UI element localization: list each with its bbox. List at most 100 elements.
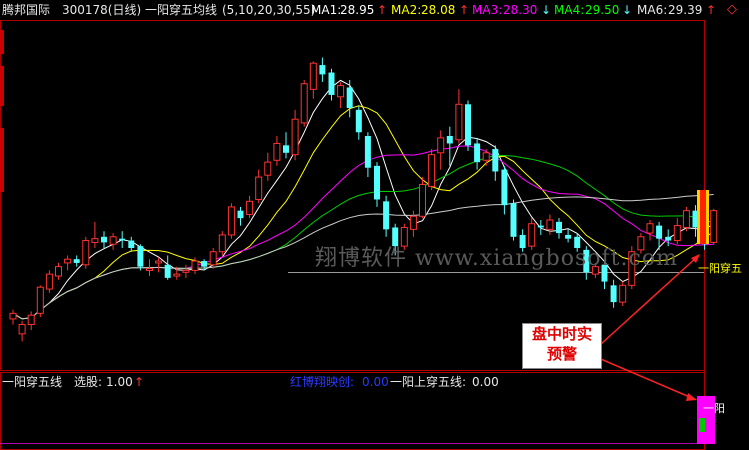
candle-up	[109, 236, 117, 245]
ma3-value: 28.30	[503, 3, 538, 17]
candle-down	[355, 109, 362, 133]
stock-code: 300178(日线)	[62, 3, 142, 17]
signal-bar-inner	[700, 190, 706, 244]
main-header: 腾邦国际 300178(日线) 一阳穿五均线 (5,10,20,30,55) M…	[0, 0, 749, 20]
ma3-label: MA3:	[472, 3, 503, 17]
ma1-value: 28.95	[340, 3, 375, 17]
cross-label: 一阳上穿五线:	[390, 375, 467, 389]
indicator-name: 一阳穿五均线	[145, 3, 218, 17]
candle-up	[273, 142, 281, 161]
candle-up	[36, 286, 44, 314]
ma6-value: 29.39	[668, 3, 703, 17]
candle-up	[546, 219, 554, 230]
candle-down	[346, 87, 353, 108]
select-value: 1.00	[106, 375, 133, 389]
red-value: 0.00	[362, 375, 389, 389]
ma4-label: MA4:	[554, 3, 585, 17]
candle-up	[646, 223, 654, 234]
candle-down	[164, 264, 171, 278]
candle-down	[492, 149, 499, 172]
select-arrow-icon: ↑	[134, 375, 145, 389]
ma2-arrow-icon: ↑	[459, 3, 470, 17]
callout-line2: 预警	[546, 345, 577, 363]
candle-down	[610, 285, 617, 303]
candle-up	[255, 176, 263, 200]
ma1-label: MA1:	[311, 3, 342, 17]
ma4-arrow-icon: ↓	[622, 3, 633, 17]
sub-signal-text: 一阳	[703, 402, 725, 415]
side-tab-2[interactable]	[0, 66, 4, 106]
candle-up	[710, 210, 718, 243]
candle-up	[246, 200, 254, 215]
side-tab-3[interactable]	[0, 128, 4, 192]
candle-up	[455, 103, 463, 141]
candle-up	[682, 210, 690, 228]
candle-up	[55, 266, 62, 277]
cross-value: 0.00	[472, 375, 499, 389]
candle-down	[128, 240, 135, 248]
ma2-label: MA2:	[391, 3, 422, 17]
sub-signal-green	[699, 418, 705, 432]
candle-down	[565, 234, 572, 239]
candle-down	[510, 203, 517, 237]
candle-up	[191, 260, 199, 271]
stock-name: 腾邦国际	[2, 3, 51, 17]
indicator-params: (5,10,20,30,55)	[222, 3, 316, 17]
candle-up	[18, 324, 26, 335]
candle-down	[201, 261, 208, 267]
candle-up	[218, 234, 226, 253]
ma1-arrow-icon: ↑	[377, 3, 388, 17]
candle-down	[374, 165, 380, 200]
candle-up	[173, 273, 181, 277]
side-tab-1[interactable]	[0, 30, 4, 54]
candle-up	[419, 184, 426, 217]
candle-up	[409, 215, 417, 230]
select-label: 选股:	[74, 375, 103, 389]
sub-indicator-name: 一阳穿五线	[2, 375, 63, 389]
sub-header: 一阳穿五线 选股: 1.00 ↑ 红博翔映创: 0.00 一阳上穿五线: 0.0…	[0, 372, 749, 392]
candle-up	[428, 154, 436, 187]
realtime-alert-callout: 盘中时实 预警	[522, 323, 602, 369]
candle-up	[437, 137, 445, 154]
ma2-value: 28.08	[421, 3, 456, 17]
candle-down	[537, 225, 544, 228]
candle-up	[82, 240, 90, 266]
candle-up	[673, 225, 681, 242]
candle-down	[556, 221, 562, 234]
candle-up	[182, 269, 190, 273]
candle-up	[264, 161, 272, 176]
ma6-label: MA6:	[637, 3, 668, 17]
signal-label: 一阳穿五	[698, 261, 742, 275]
ma6-arrow-icon: ↑	[706, 3, 717, 17]
watermark: 翔博软件 www.xiangbosoft.com	[315, 246, 678, 271]
ma4-value: 29.50	[585, 3, 620, 17]
candle-up	[337, 85, 345, 98]
candle-down	[119, 238, 126, 241]
candle-up	[227, 206, 235, 236]
candle-down	[283, 145, 289, 153]
candle-down	[364, 136, 371, 168]
candle-up	[291, 118, 299, 156]
candle-down	[465, 104, 471, 146]
candle-up	[27, 314, 35, 326]
candle-up	[300, 83, 308, 124]
candle-up	[45, 273, 53, 290]
candle-up	[146, 268, 153, 271]
candle-down	[501, 169, 508, 206]
candle-up	[482, 152, 490, 161]
red-label: 红博翔映创:	[290, 375, 355, 389]
diamond-icon[interactable]: ◇	[727, 0, 737, 20]
candle-down	[101, 236, 107, 243]
candle-down	[446, 136, 453, 144]
candle-up	[91, 238, 99, 243]
candle-down	[383, 201, 390, 230]
candle-up	[64, 258, 72, 264]
candle-up	[309, 62, 317, 90]
candle-down	[237, 210, 244, 219]
candle-down	[656, 225, 663, 239]
candle-up	[619, 284, 627, 303]
candle-down	[328, 72, 335, 95]
candle-down	[319, 65, 326, 75]
candle-up	[155, 260, 163, 264]
candle-down	[73, 259, 80, 263]
